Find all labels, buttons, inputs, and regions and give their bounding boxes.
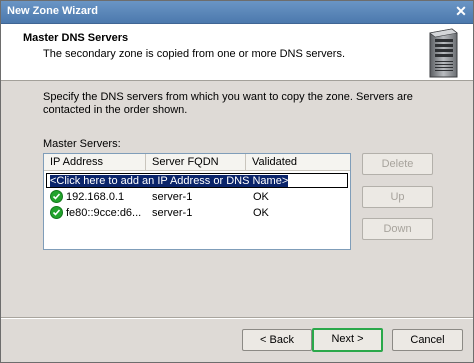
master-servers-label: Master Servers: — [43, 138, 121, 150]
wizard-header: Master DNS Servers The secondary zone is… — [1, 24, 473, 81]
cell-server-fqdn: server-1 — [152, 207, 193, 219]
column-header-server-fqdn[interactable]: Server FQDN — [146, 154, 246, 171]
cell-server-fqdn: server-1 — [152, 191, 193, 203]
instructions-text: Specify the DNS servers from which you w… — [43, 91, 413, 116]
up-button[interactable]: Up — [362, 186, 433, 208]
next-button[interactable]: Next > — [312, 328, 383, 352]
page-subtitle: The secondary zone is copied from one or… — [43, 48, 346, 60]
down-button[interactable]: Down — [362, 218, 433, 240]
column-header-validated[interactable]: Validated — [246, 154, 350, 171]
table-row[interactable]: fe80::9cce:d6... server-1 OK — [47, 205, 347, 221]
delete-button[interactable]: Delete — [362, 153, 433, 175]
page-title: Master DNS Servers — [23, 32, 129, 44]
back-button[interactable]: < Back — [242, 329, 312, 351]
server-icon — [429, 28, 458, 78]
new-zone-wizard-window: New Zone Wizard ✕ Master DNS Servers The… — [0, 0, 474, 363]
add-server-placeholder: <Click here to add an IP Address or DNS … — [50, 175, 289, 187]
footer-divider — [1, 317, 473, 319]
close-icon[interactable]: ✕ — [453, 4, 469, 18]
column-header-ip-address[interactable]: IP Address — [44, 154, 146, 171]
cell-validated: OK — [253, 191, 269, 203]
table-row[interactable]: 192.168.0.1 server-1 OK — [47, 189, 347, 205]
add-server-entry[interactable]: <Click here to add an IP Address or DNS … — [46, 173, 348, 188]
ok-checkmark-icon — [50, 190, 63, 203]
window-title: New Zone Wizard — [7, 5, 98, 17]
cancel-button[interactable]: Cancel — [392, 329, 463, 351]
ok-checkmark-icon — [50, 206, 63, 219]
cell-validated: OK — [253, 207, 269, 219]
cell-ip-address: 192.168.0.1 — [66, 191, 125, 203]
master-servers-list[interactable]: IP Address Server FQDN Validated <Click … — [43, 153, 351, 250]
title-bar: New Zone Wizard ✕ — [1, 1, 473, 24]
cell-ip-address: fe80::9cce:d6... — [66, 207, 142, 219]
